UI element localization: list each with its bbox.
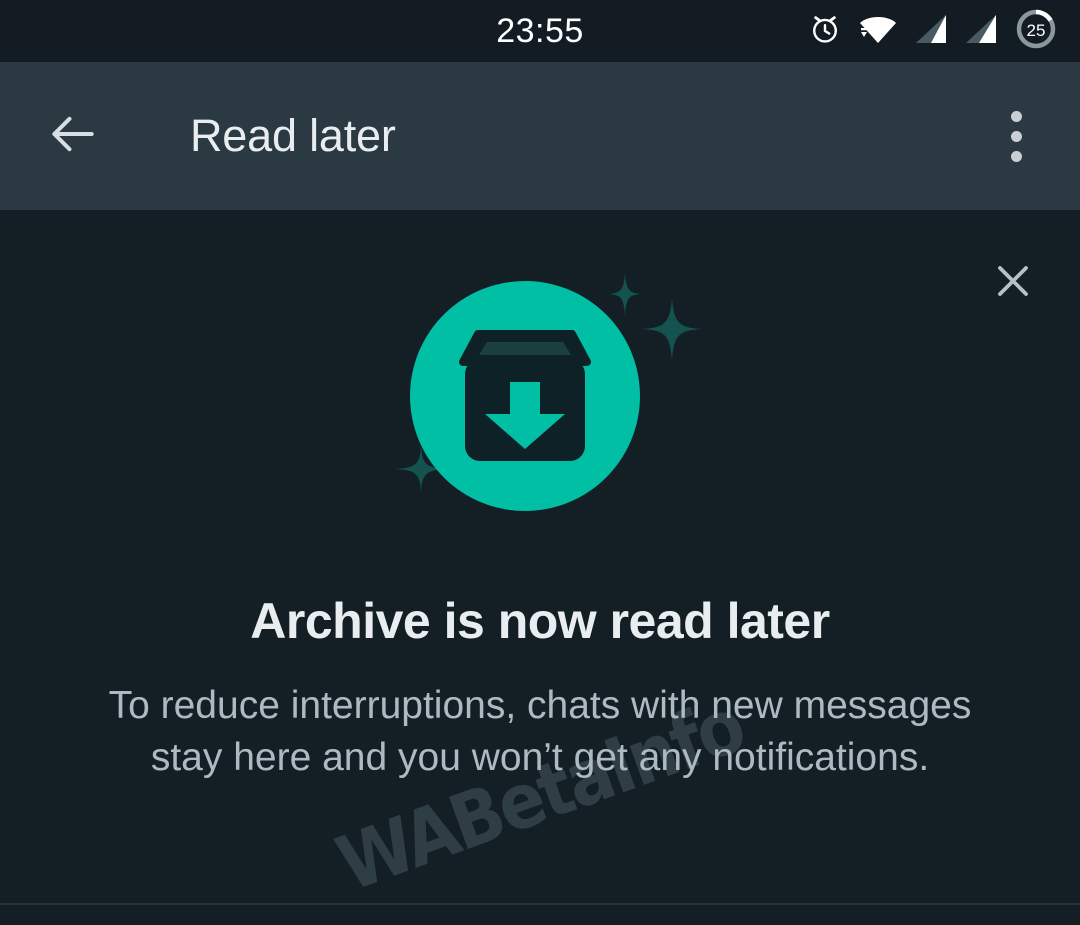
battery-percent-label: 25 [1027,21,1046,40]
bottom-strip [0,905,1080,925]
status-bar: 23:55 25 [0,0,1080,62]
battery-circle-icon: 25 [1014,7,1058,56]
signal-2-icon [964,13,998,50]
sparkle-icon [641,298,703,360]
archive-box-download-icon [365,254,715,544]
back-arrow-icon [45,106,101,167]
status-icon-tray: 25 [808,7,1058,56]
overflow-dot [1010,150,1022,162]
alarm-icon [808,12,842,51]
back-button[interactable] [42,105,104,167]
close-icon [989,257,1037,310]
page-title: Read later [190,110,396,161]
signal-1-icon [914,13,948,50]
overflow-menu-button[interactable] [986,101,1046,171]
hero-illustration [0,254,1080,544]
headline: Archive is now read later [250,593,830,649]
overflow-menu-icon [1010,110,1022,122]
dismiss-banner-button[interactable] [982,252,1044,314]
description-text: To reduce interruptions, chats with new … [108,684,972,779]
wifi-icon [858,12,898,51]
app-bar: Read later [0,62,1080,210]
sparkle-icon [609,272,641,316]
overflow-dot [1010,130,1022,142]
content-area: WABetaInfo Archive is now read later To … [0,210,1080,903]
